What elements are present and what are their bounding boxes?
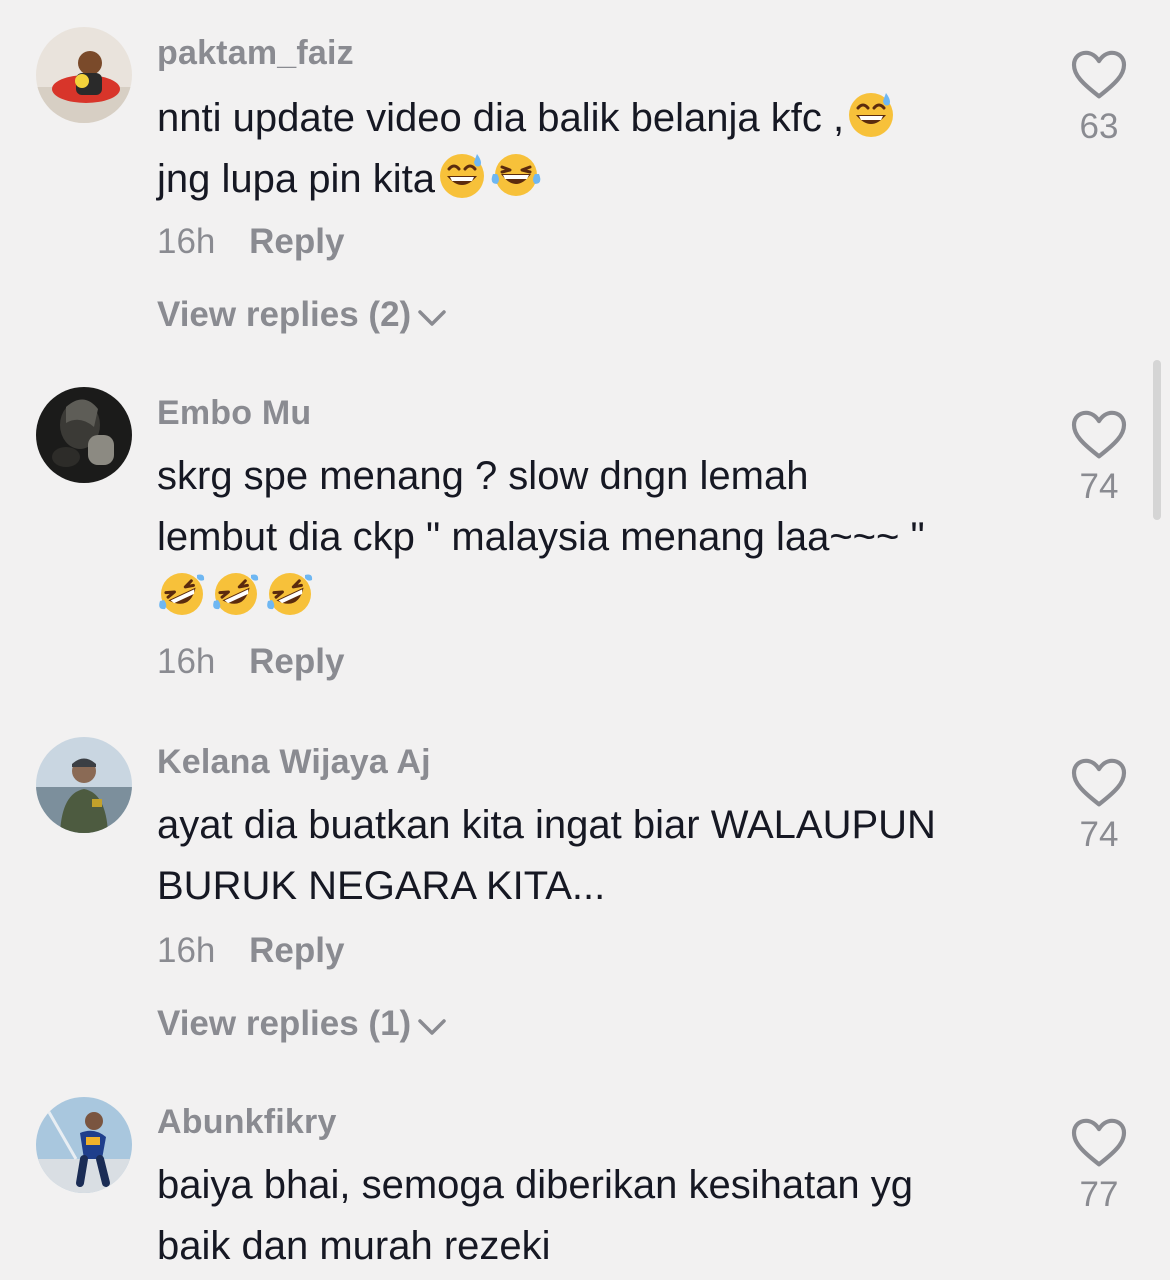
grinning-sweat-emoji	[846, 89, 896, 139]
comment-text: ayat dia buatkan kita ingat biar WALAUPU…	[157, 795, 1027, 917]
comment-text-line: BURUK NEGARA KITA...	[157, 864, 606, 908]
like-count: 63	[1079, 107, 1119, 146]
avatar[interactable]	[36, 387, 132, 483]
comment-meta: 16h Reply	[157, 931, 344, 971]
chevron-down-icon	[417, 308, 447, 328]
avatar[interactable]	[36, 737, 132, 833]
username[interactable]: Embo Mu	[157, 394, 311, 433]
comment-text-line: baiya bhai, semoga diberikan kesihatan y…	[157, 1163, 914, 1207]
tears-of-joy-emoji	[491, 150, 541, 200]
comment-text-line: skrg spe menang ? slow dngn lemah	[157, 454, 809, 498]
comment-text: skrg spe menang ? slow dngn lemah lembut…	[157, 446, 1027, 629]
comment-text-line: jng lupa pin kita	[157, 157, 435, 201]
reply-button[interactable]: Reply	[249, 222, 344, 261]
view-replies-label: View replies (2)	[157, 295, 412, 334]
grinning-sweat-emoji	[437, 150, 487, 200]
view-replies-button[interactable]: View replies (2)	[157, 295, 447, 335]
chevron-down-icon	[417, 1017, 447, 1037]
like-button[interactable]: 74	[1068, 410, 1130, 507]
username[interactable]: Abunkfikry	[157, 1103, 337, 1142]
like-button[interactable]: 77	[1068, 1118, 1130, 1215]
view-replies-button[interactable]: View replies (1)	[157, 1004, 447, 1044]
comment-time: 16h	[157, 642, 216, 681]
avatar[interactable]	[36, 27, 132, 123]
heart-outline-icon	[1071, 410, 1127, 460]
like-count: 74	[1079, 467, 1119, 506]
avatar[interactable]	[36, 1097, 132, 1193]
heart-outline-icon	[1071, 758, 1127, 808]
username[interactable]: Kelana Wijaya Aj	[157, 743, 431, 782]
like-count: 77	[1079, 1175, 1119, 1214]
comment-time: 16h	[157, 931, 216, 970]
rolling-laughing-emoji	[211, 569, 261, 619]
reply-button[interactable]: Reply	[249, 931, 344, 970]
comment-text: nnti update video dia balik belanja kfc …	[157, 88, 1027, 210]
like-button[interactable]: 63	[1068, 50, 1130, 147]
reply-button[interactable]: Reply	[249, 642, 344, 681]
comment-meta: 16h Reply	[157, 222, 344, 262]
comment-text-line: lembut dia ckp " malaysia menang laa~~~ …	[157, 515, 925, 559]
username[interactable]: paktam_faiz	[157, 34, 354, 73]
rolling-laughing-emoji	[265, 569, 315, 619]
heart-outline-icon	[1071, 1118, 1127, 1168]
comment-text-line: nnti update video dia balik belanja kfc …	[157, 96, 845, 140]
comment-time: 16h	[157, 222, 216, 261]
like-count: 74	[1079, 815, 1119, 854]
rolling-laughing-emoji	[157, 569, 207, 619]
heart-outline-icon	[1071, 50, 1127, 100]
view-replies-label: View replies (1)	[157, 1004, 412, 1043]
like-button[interactable]: 74	[1068, 758, 1130, 855]
comment-text: baiya bhai, semoga diberikan kesihatan y…	[157, 1155, 1027, 1277]
scrollbar[interactable]	[1153, 360, 1161, 520]
comment-text-line: ayat dia buatkan kita ingat biar WALAUPU…	[157, 803, 936, 847]
comment-text-line: baik dan murah rezeki	[157, 1224, 551, 1268]
comment-meta: 16h Reply	[157, 642, 344, 682]
